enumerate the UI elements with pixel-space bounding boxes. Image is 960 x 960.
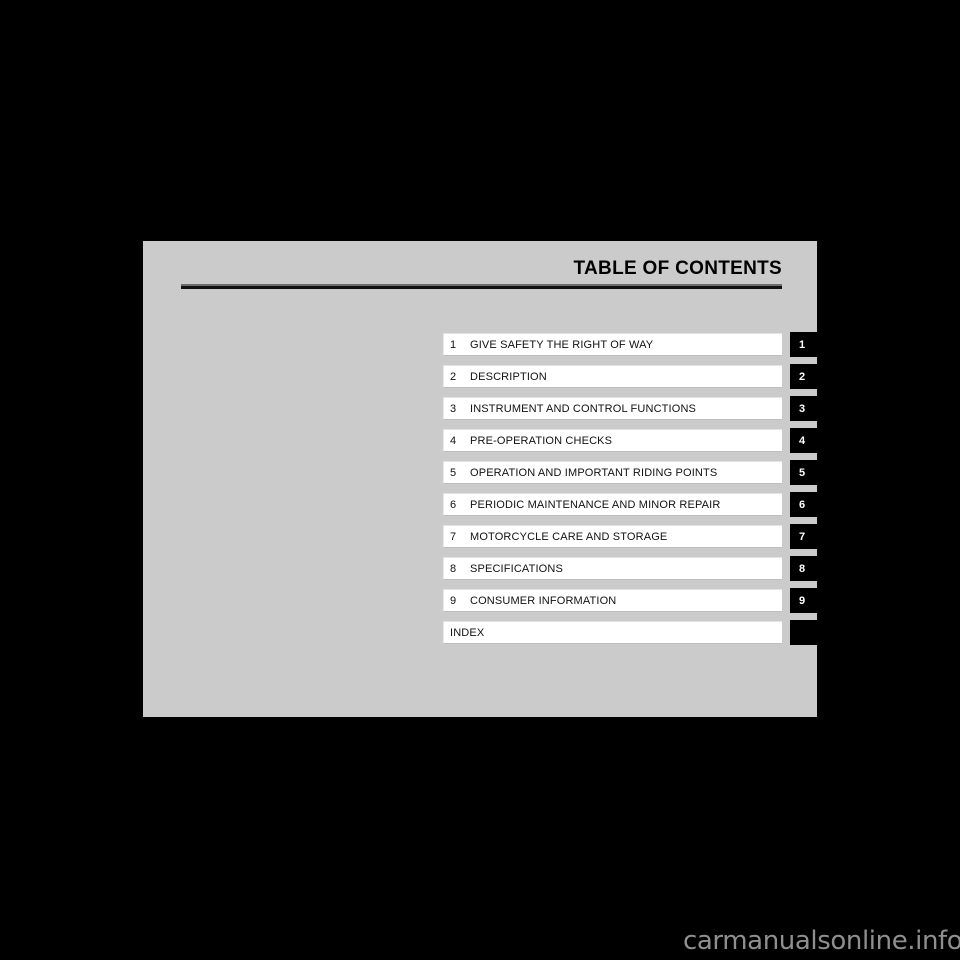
- content-panel: TABLE OF CONTENTS 1 GIVE SAFETY THE RIGH…: [143, 241, 834, 717]
- toc-row: 3 INSTRUMENT AND CONTROL FUNCTIONS 3: [443, 396, 834, 421]
- toc-number: 1: [450, 338, 457, 351]
- toc-entry-8[interactable]: 8 SPECIFICATIONS: [443, 557, 782, 580]
- toc-entry-index[interactable]: INDEX: [443, 621, 782, 644]
- title-divider: [181, 284, 782, 290]
- document-page: TABLE OF CONTENTS 1 GIVE SAFETY THE RIGH…: [0, 0, 960, 960]
- toc-entry-4[interactable]: 4 PRE-OPERATION CHECKS: [443, 429, 782, 452]
- page-title: TABLE OF CONTENTS: [573, 258, 782, 279]
- section-tab-number: 1: [799, 338, 806, 351]
- toc-entry-5[interactable]: 5 OPERATION AND IMPORTANT RIDING POINTS: [443, 461, 782, 484]
- toc-entry-1[interactable]: 1 GIVE SAFETY THE RIGHT OF WAY: [443, 333, 782, 356]
- toc-label: CONSUMER INFORMATION: [470, 594, 617, 607]
- toc-number: 8: [450, 562, 457, 575]
- title-divider-thick-line: [181, 286, 782, 289]
- section-tab-number: 8: [799, 562, 806, 575]
- section-tab-number: 6: [799, 498, 806, 511]
- toc-label: PRE-OPERATION CHECKS: [470, 434, 613, 447]
- toc-entry-9[interactable]: 9 CONSUMER INFORMATION: [443, 589, 782, 612]
- toc-row: 9 CONSUMER INFORMATION 9: [443, 588, 834, 613]
- section-tab-number: 5: [799, 466, 806, 479]
- toc-row: 5 OPERATION AND IMPORTANT RIDING POINTS …: [443, 460, 834, 485]
- toc-label: DESCRIPTION: [470, 370, 547, 383]
- section-tab-9[interactable]: 9: [790, 588, 834, 613]
- section-tab-2[interactable]: 2: [790, 364, 834, 389]
- toc-label: GIVE SAFETY THE RIGHT OF WAY: [470, 338, 654, 351]
- section-tab-number: 2: [799, 370, 806, 383]
- toc-row: 2 DESCRIPTION 2: [443, 364, 834, 389]
- toc-row: 6 PERIODIC MAINTENANCE AND MINOR REPAIR …: [443, 492, 834, 517]
- section-tab-number: 9: [799, 594, 806, 607]
- section-tab-6[interactable]: 6: [790, 492, 834, 517]
- toc-row: 4 PRE-OPERATION CHECKS 4: [443, 428, 834, 453]
- section-tab-number: 3: [799, 402, 806, 415]
- toc-number: 3: [450, 402, 457, 415]
- toc-label: INDEX: [450, 626, 485, 639]
- toc-entry-6[interactable]: 6 PERIODIC MAINTENANCE AND MINOR REPAIR: [443, 493, 782, 516]
- section-tab-number: 4: [799, 434, 806, 447]
- toc-entry-3[interactable]: 3 INSTRUMENT AND CONTROL FUNCTIONS: [443, 397, 782, 420]
- toc-row: INDEX: [443, 620, 834, 645]
- toc-number: 7: [450, 530, 457, 543]
- section-tab-8[interactable]: 8: [790, 556, 834, 581]
- toc-number: 9: [450, 594, 457, 607]
- toc-label: MOTORCYCLE CARE AND STORAGE: [470, 530, 668, 543]
- toc-row: 8 SPECIFICATIONS 8: [443, 556, 834, 581]
- toc-entry-2[interactable]: 2 DESCRIPTION: [443, 365, 782, 388]
- toc-row: 7 MOTORCYCLE CARE AND STORAGE 7: [443, 524, 834, 549]
- section-tab-4[interactable]: 4: [790, 428, 834, 453]
- toc-label: SPECIFICATIONS: [470, 562, 563, 575]
- toc-row: 1 GIVE SAFETY THE RIGHT OF WAY 1: [443, 332, 834, 357]
- table-of-contents-list: 1 GIVE SAFETY THE RIGHT OF WAY 1 2 DESCR…: [443, 332, 834, 645]
- section-tab-index[interactable]: [790, 620, 834, 645]
- toc-label: INSTRUMENT AND CONTROL FUNCTIONS: [470, 402, 697, 415]
- toc-number: 6: [450, 498, 457, 511]
- section-tab-1[interactable]: 1: [790, 332, 834, 357]
- section-tab-7[interactable]: 7: [790, 524, 834, 549]
- site-watermark: carmanualsonline.info: [683, 926, 960, 956]
- toc-entry-7[interactable]: 7 MOTORCYCLE CARE AND STORAGE: [443, 525, 782, 548]
- toc-number: 2: [450, 370, 457, 383]
- section-tab-5[interactable]: 5: [790, 460, 834, 485]
- toc-label: PERIODIC MAINTENANCE AND MINOR REPAIR: [470, 498, 721, 511]
- toc-number: 4: [450, 434, 457, 447]
- page-header: TABLE OF CONTENTS: [143, 241, 817, 301]
- toc-number: 5: [450, 466, 457, 479]
- toc-label: OPERATION AND IMPORTANT RIDING POINTS: [470, 466, 718, 479]
- section-tab-3[interactable]: 3: [790, 396, 834, 421]
- section-tab-number: 7: [799, 530, 806, 543]
